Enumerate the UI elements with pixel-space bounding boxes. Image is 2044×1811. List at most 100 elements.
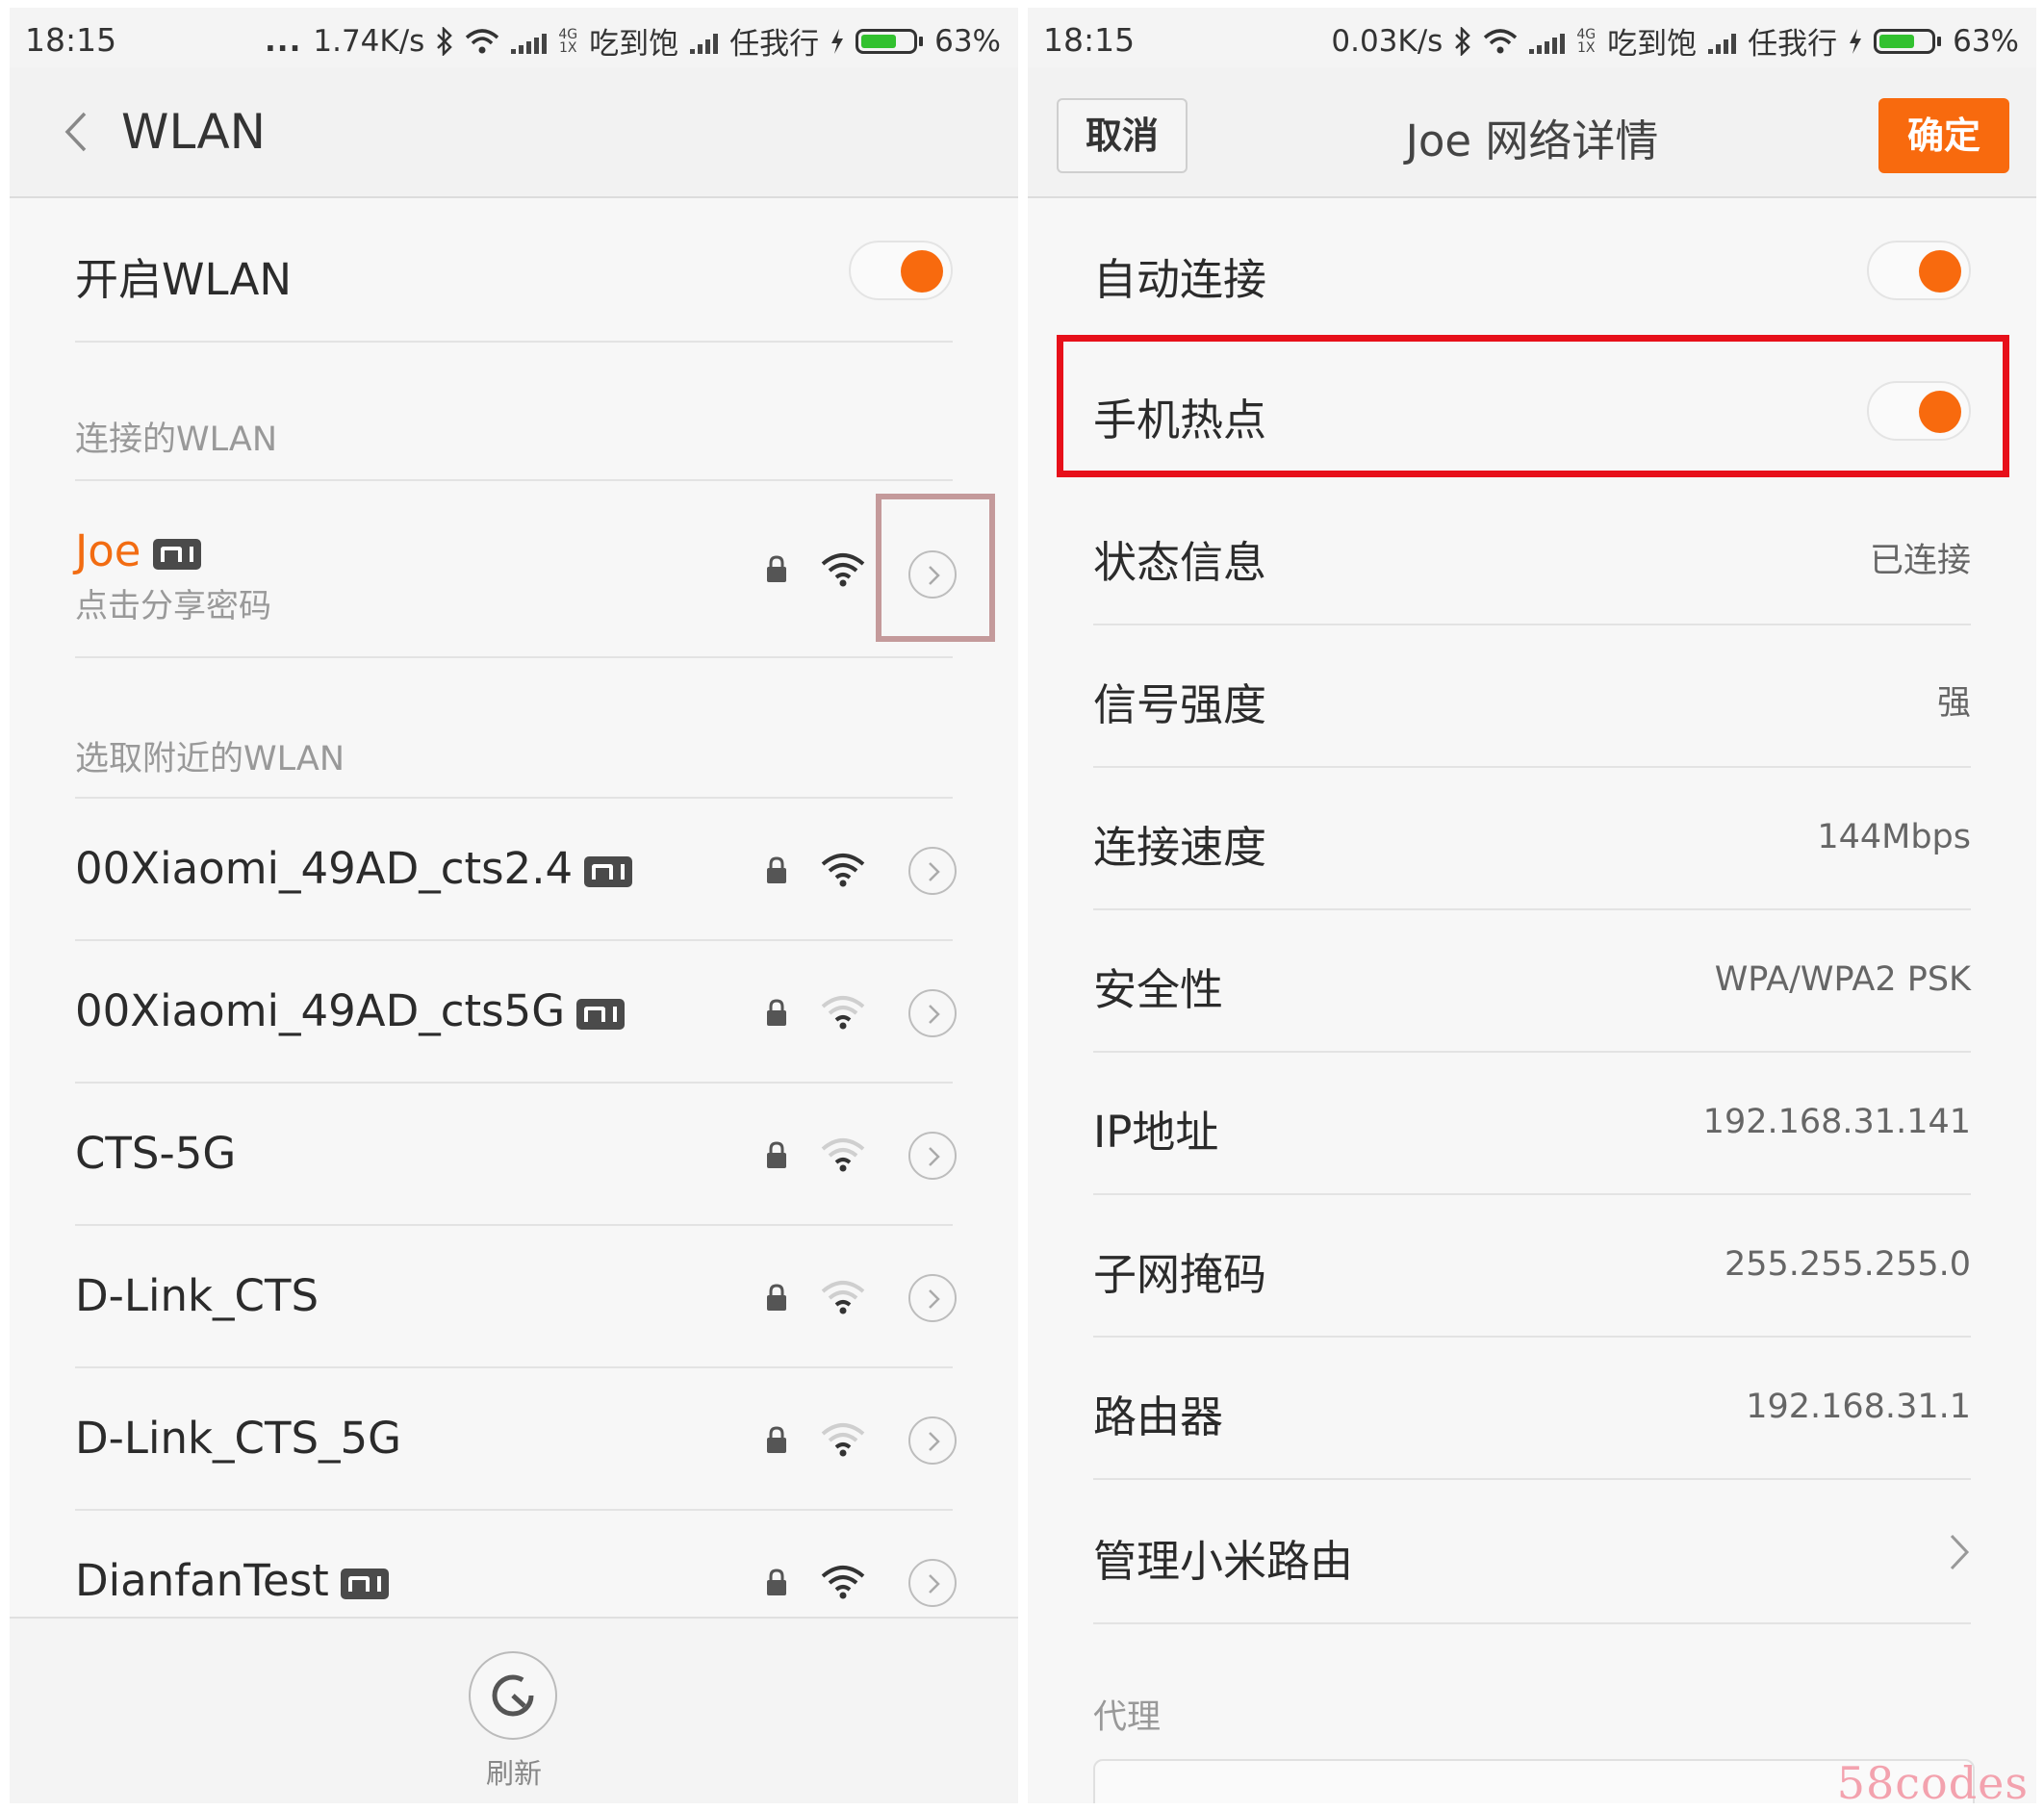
status-more-dots: ... (265, 23, 302, 59)
detail-value: 强 (1936, 684, 1971, 723)
header: WLAN (10, 67, 1018, 198)
network-ssid: DianfanTest (75, 1555, 389, 1606)
chevron-right-icon (1950, 1534, 1970, 1570)
manage-router-row[interactable]: 管理小米路由 (1093, 1482, 1971, 1624)
wifi-signal-icon (821, 995, 865, 1030)
battery-percent: 63% (1953, 23, 2019, 59)
detail-row: 信号强度 强 (1093, 625, 1971, 768)
status-bar: 18:15 0.03K/s 4G 1X 吃到饱 任我行 63% (1028, 8, 2036, 67)
network-details-button[interactable] (908, 1274, 957, 1322)
lock-icon (765, 998, 788, 1027)
page-title: WLAN (121, 104, 267, 160)
lock-icon (765, 1425, 788, 1454)
lock-icon (767, 555, 786, 582)
manage-router-label: 管理小米路由 (1093, 1536, 1354, 1587)
detail-value: 已连接 (1869, 542, 1971, 580)
status-time: 18:15 (25, 21, 117, 59)
connected-network-ssid: Joe (75, 525, 201, 576)
bluetooth-icon (437, 26, 453, 56)
share-password-hint: 点击分享密码 (75, 587, 271, 625)
wifi-status-icon (1484, 28, 1518, 53)
carrier-1: 吃到饱 (1607, 27, 1698, 62)
network-ssid: D-Link_CTS_5G (75, 1413, 402, 1464)
battery-icon (1874, 28, 1942, 54)
detail-value: 255.255.255.0 (1724, 1245, 1971, 1284)
wifi-signal-icon (821, 1422, 865, 1457)
detail-row: 路由器 192.168.31.1 (1093, 1338, 1971, 1480)
detail-value: 192.168.31.1 (1746, 1388, 1971, 1426)
network-ssid: D-Link_CTS (75, 1270, 319, 1321)
cancel-button[interactable]: 取消 (1057, 98, 1188, 173)
network-details-button[interactable] (908, 989, 957, 1037)
lock-icon (765, 1568, 788, 1596)
wlan-toggle-label: 开启WLAN (75, 254, 293, 305)
auto-connect-switch[interactable] (1867, 241, 1971, 300)
wifi-signal-icon (821, 553, 865, 587)
detail-label: 信号强度 (1093, 679, 1267, 730)
network-row[interactable]: 00Xiaomi_49AD_cts2.4 (75, 799, 957, 941)
wlan-toggle-switch[interactable] (849, 241, 953, 300)
network-type-label: 4G 1X (1576, 26, 1597, 56)
mi-router-icon (576, 999, 626, 1030)
refresh-button[interactable] (469, 1651, 557, 1740)
network-type-label: 4G 1X (558, 26, 578, 56)
lock-icon (765, 1140, 788, 1169)
connected-network-row[interactable]: Joe 点击分享密码 (75, 481, 957, 658)
carrier-2: 任我行 (1748, 27, 1838, 62)
detail-label: 路由器 (1093, 1391, 1224, 1442)
network-details-button[interactable] (908, 1132, 957, 1180)
refresh-icon (492, 1674, 534, 1717)
network-speed: 1.74K/s (313, 23, 425, 59)
auto-connect-row: 自动连接 (1093, 198, 1971, 343)
back-arrow-icon[interactable] (58, 108, 96, 156)
detail-value: WPA/WPA2 PSK (1714, 960, 1971, 999)
network-detail-screen: 18:15 0.03K/s 4G 1X 吃到饱 任我行 63% Joe 网络详情 … (1028, 8, 2036, 1803)
carrier-2: 任我行 (729, 27, 820, 62)
detail-label: 安全性 (1093, 964, 1224, 1015)
signal-bars-icon (690, 29, 719, 54)
lock-icon (765, 1283, 788, 1312)
network-row[interactable]: CTS-5G (75, 1084, 957, 1226)
mi-router-icon (584, 856, 633, 887)
signal-bars-icon (1529, 29, 1566, 54)
detail-label: 连接速度 (1093, 822, 1267, 873)
network-ssid: 00Xiaomi_49AD_cts5G (75, 985, 626, 1036)
detail-row: 连接速度 144Mbps (1093, 768, 1971, 910)
network-ssid: CTS-5G (75, 1128, 237, 1179)
lock-icon (765, 855, 788, 884)
battery-icon (856, 28, 924, 54)
network-row[interactable]: D-Link_CTS_5G (75, 1368, 957, 1511)
network-details-button[interactable] (908, 1559, 957, 1607)
status-time: 18:15 (1043, 21, 1136, 59)
signal-bars-icon (511, 29, 548, 54)
auto-connect-label: 自动连接 (1093, 254, 1267, 305)
network-details-button[interactable] (908, 847, 957, 895)
header: Joe 网络详情 取消 确定 (1028, 67, 2036, 198)
highlight-box (1057, 335, 2009, 477)
mi-router-icon (340, 1569, 389, 1599)
wifi-signal-icon (821, 853, 865, 887)
nearby-section-label: 选取附近的WLAN (75, 740, 345, 778)
detail-row: 子网掩码 255.255.255.0 (1093, 1195, 1971, 1338)
wifi-signal-icon (821, 1137, 865, 1172)
wifi-signal-icon (821, 1565, 865, 1599)
detail-value: 144Mbps (1817, 818, 1971, 856)
wifi-status-icon (466, 28, 499, 53)
bottom-action-bar: 刷新 (10, 1617, 1018, 1803)
network-row[interactable]: 00Xiaomi_49AD_cts5G (75, 941, 957, 1084)
network-row[interactable]: D-Link_CTS (75, 1226, 957, 1368)
mi-router-icon (152, 539, 201, 570)
network-details-button[interactable] (908, 1416, 957, 1465)
network-speed: 0.03K/s (1331, 23, 1444, 59)
detail-label: 状态信息 (1093, 537, 1267, 588)
connected-section-label: 连接的WLAN (75, 421, 278, 459)
confirm-button[interactable]: 确定 (1878, 98, 2009, 173)
wlan-toggle-row: 开启WLAN (75, 198, 953, 343)
status-bar: 18:15 ... 1.74K/s 4G 1X 吃到饱 任我行 63% (10, 8, 1018, 67)
detail-label: 子网掩码 (1093, 1249, 1267, 1300)
charging-icon (831, 28, 844, 54)
proxy-section-label: 代理 (1093, 1698, 1162, 1737)
highlight-box (876, 494, 995, 642)
detail-row: 安全性 WPA/WPA2 PSK (1093, 910, 1971, 1053)
bluetooth-icon (1455, 26, 1471, 56)
